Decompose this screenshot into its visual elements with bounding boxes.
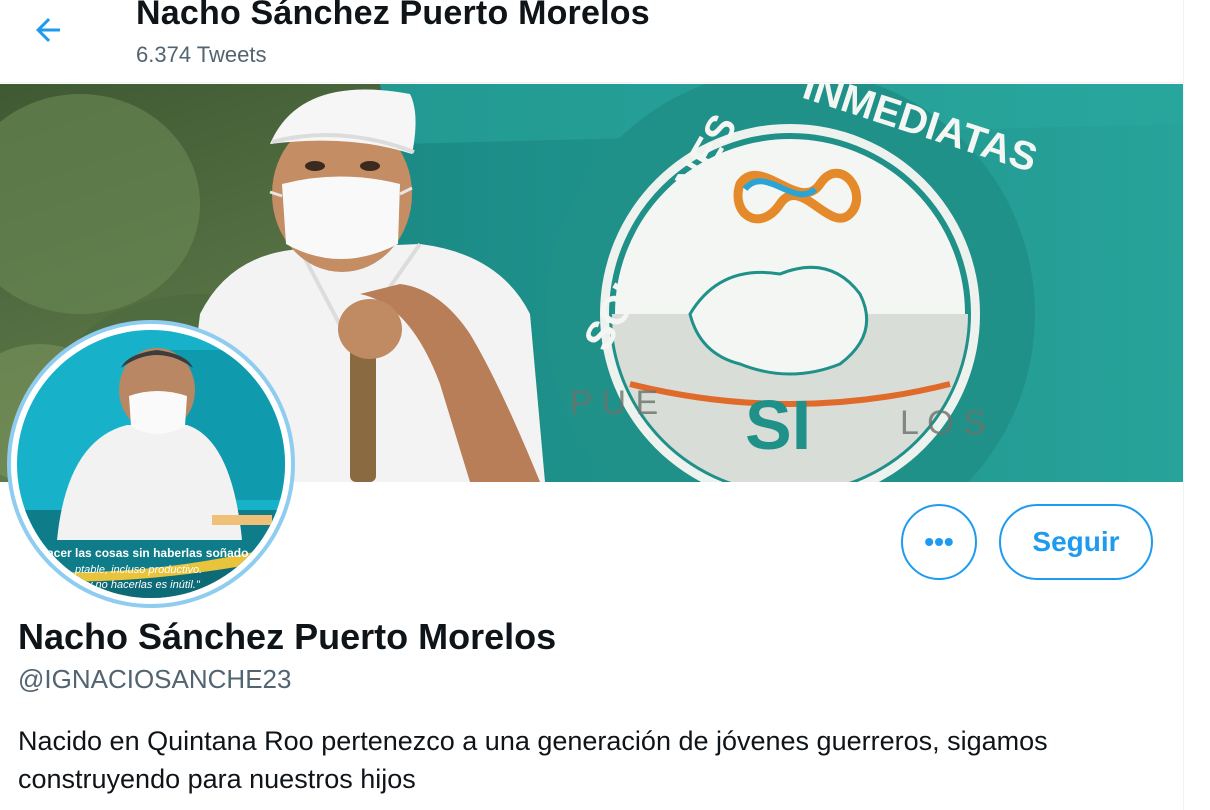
svg-text:L O S: L O S <box>900 404 986 442</box>
svg-text:SI: SI <box>745 386 811 464</box>
arrow-left-icon <box>36 18 60 42</box>
avatar-caption-3: y no hacerlas es inútil." <box>86 579 201 591</box>
avatar-image: acer las cosas sin haberlas soñado ptabl… <box>17 330 285 598</box>
profile-bio: Nacido en Quintana Roo pertenezco a una … <box>18 726 1048 794</box>
more-options-button[interactable]: ••• <box>901 504 977 580</box>
header-title: Nacho Sánchez Puerto Morelos <box>136 0 650 32</box>
avatar-caption-1: acer las cosas sin haberlas soñado <box>47 546 248 560</box>
profile-avatar[interactable]: acer las cosas sin haberlas soñado ptabl… <box>7 320 295 608</box>
avatar-caption-2: ptable, incluso productivo. <box>74 564 202 576</box>
more-horizontal-icon: ••• <box>924 526 954 557</box>
profile-header-bar: Nacho Sánchez Puerto Morelos 6.374 Tweet… <box>0 0 1183 83</box>
profile-display-name: Nacho Sánchez Puerto Morelos <box>18 616 557 657</box>
back-button[interactable] <box>24 10 72 50</box>
svg-text:P U E: P U E <box>570 384 658 422</box>
follow-button[interactable]: Seguir <box>999 504 1153 580</box>
profile-handle: @IGNACIOSANCHE23 <box>18 664 292 694</box>
column-divider <box>1183 0 1184 810</box>
tweet-count: 6.374 Tweets <box>136 42 267 67</box>
